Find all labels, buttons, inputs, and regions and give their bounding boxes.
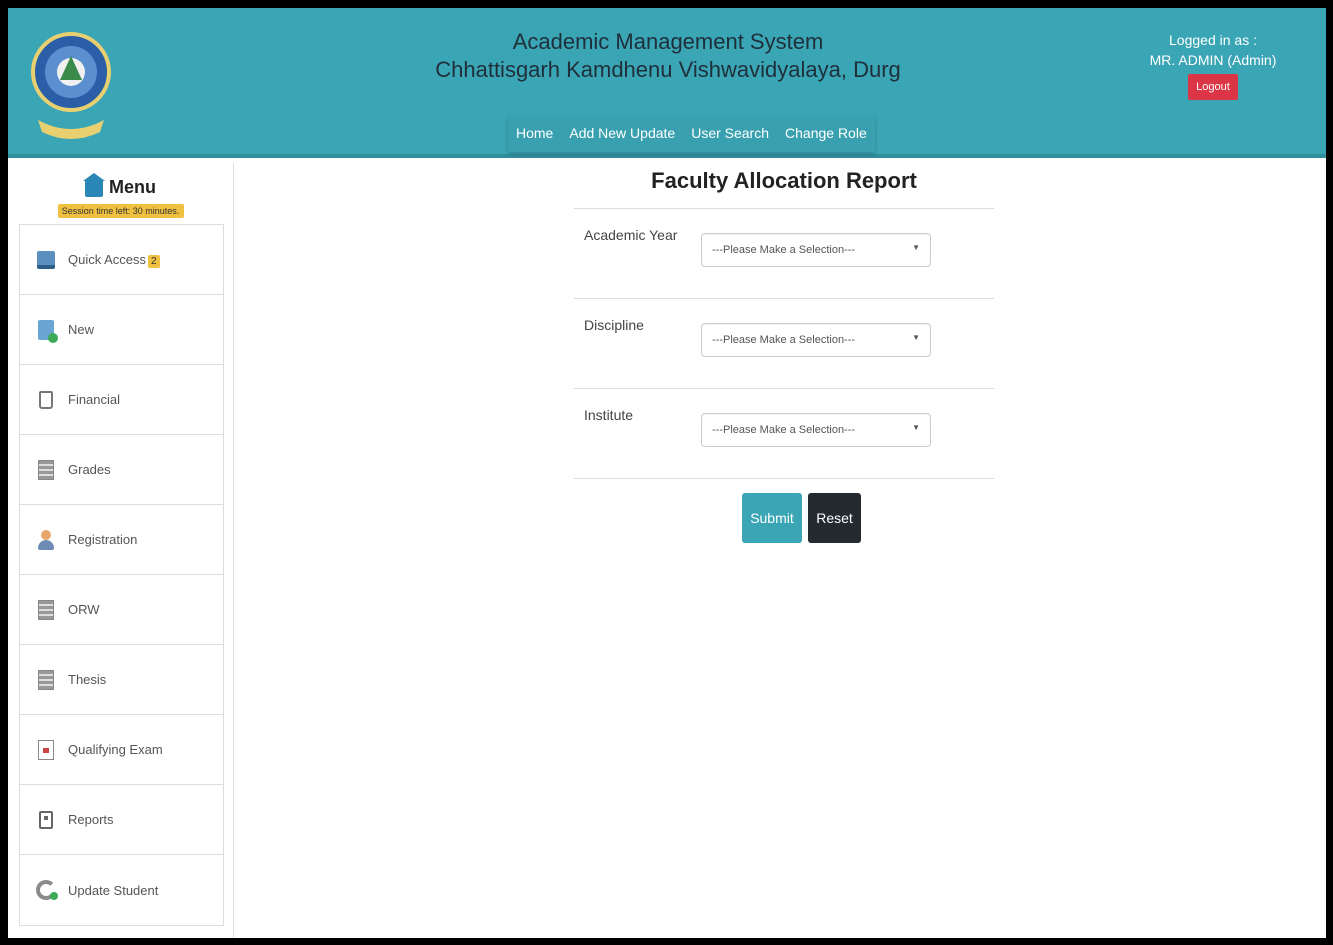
discipline-select[interactable]: ---Please Make a Selection--- ▼ (701, 323, 931, 357)
academic-year-label: Academic Year (584, 227, 678, 243)
form-row-discipline: Discipline ---Please Make a Selection---… (574, 299, 994, 389)
quick-access-badge: 2 (148, 255, 160, 268)
sidebar-item-thesis[interactable]: Thesis (20, 645, 223, 715)
top-nav: Home Add New Update User Search Change R… (508, 116, 875, 152)
sidebar-item-reports[interactable]: Reports (20, 785, 223, 855)
form-actions: Submit Reset (574, 479, 994, 543)
sidebar-item-label: Grades (68, 462, 111, 477)
money-bag-icon (39, 390, 53, 409)
sidebar-item-financial[interactable]: Financial (20, 365, 223, 435)
sidebar-menu: Quick Access 2 New Financial Grades Regis… (19, 224, 224, 926)
app-window: Academic Management System Chhattisgarh … (8, 8, 1326, 938)
document-icon (38, 739, 54, 760)
form-row-institute: Institute ---Please Make a Selection--- … (574, 389, 994, 479)
chevron-down-icon: ▼ (912, 423, 920, 432)
sidebar-item-label: ORW (68, 602, 100, 617)
title-university: Chhattisgarh Kamdhenu Vishwavidyalaya, D… (435, 57, 901, 82)
menu-heading: Menu (8, 172, 233, 198)
grid-icon (38, 459, 54, 480)
sidebar-item-label: Qualifying Exam (68, 742, 163, 757)
discipline-value: ---Please Make a Selection--- (712, 334, 856, 346)
menu-title: Menu (109, 177, 156, 197)
login-label: Logged in as : (1169, 32, 1257, 48)
session-timer: Session time left: 30 minutes. (57, 204, 184, 218)
sidebar-item-orw[interactable]: ORW (20, 575, 223, 645)
sidebar-item-new[interactable]: New (20, 295, 223, 365)
sidebar-item-label: Financial (68, 392, 121, 407)
cycle-icon (36, 880, 58, 900)
sidebar-item-label: Registration (68, 532, 138, 547)
sidebar-item-label: Reports (68, 812, 114, 827)
login-user: MR. ADMIN (Admin) (1149, 52, 1277, 68)
person-icon (37, 529, 55, 550)
institute-select[interactable]: ---Please Make a Selection--- ▼ (701, 413, 931, 447)
sidebar-item-label: New (68, 322, 95, 337)
home-icon (83, 172, 105, 197)
login-info: Logged in as : MR. ADMIN (Admin) Logout (1138, 30, 1288, 100)
nav-user-search[interactable]: User Search (683, 116, 777, 152)
submit-button[interactable]: Submit (742, 493, 802, 543)
report-form: Faculty Allocation Report Academic Year … (574, 168, 994, 543)
academic-year-select[interactable]: ---Please Make a Selection--- ▼ (701, 233, 931, 267)
page-title: Faculty Allocation Report (574, 168, 994, 209)
institute-label: Institute (584, 407, 634, 423)
nav-home[interactable]: Home (508, 116, 561, 152)
chevron-down-icon: ▼ (912, 243, 920, 252)
title-system: Academic Management System (512, 29, 824, 54)
sidebar-item-label: Update Student (68, 882, 159, 898)
grid-icon (38, 669, 54, 690)
sidebar-item-label: Quick Access 2 (68, 252, 160, 268)
sidebar-item-registration[interactable]: Registration (20, 505, 223, 575)
university-logo (31, 32, 111, 139)
nav-change-role[interactable]: Change Role (777, 116, 875, 152)
form-row-academic-year: Academic Year ---Please Make a Selection… (574, 209, 994, 299)
monitor-icon (37, 250, 55, 269)
sidebar: Menu Session time left: 30 minutes. Quic… (8, 163, 234, 938)
logout-button[interactable]: Logout (1188, 74, 1238, 100)
app-title: Academic Management System Chhattisgarh … (388, 28, 948, 84)
new-document-icon (38, 319, 58, 343)
grid-icon (38, 599, 54, 620)
nav-add-new-update[interactable]: Add New Update (561, 116, 683, 152)
sidebar-item-grades[interactable]: Grades (20, 435, 223, 505)
discipline-label: Discipline (584, 317, 644, 333)
report-icon (39, 810, 53, 829)
sidebar-item-update-student[interactable]: Update Student (20, 855, 223, 925)
institute-value: ---Please Make a Selection--- (712, 424, 856, 436)
header: Academic Management System Chhattisgarh … (8, 8, 1326, 158)
sidebar-item-label: Thesis (68, 672, 107, 687)
academic-year-value: ---Please Make a Selection--- (712, 244, 856, 256)
reset-button[interactable]: Reset (808, 493, 861, 543)
sidebar-item-quick-access[interactable]: Quick Access 2 (20, 225, 223, 295)
chevron-down-icon: ▼ (912, 333, 920, 342)
sidebar-item-qualifying-exam[interactable]: Qualifying Exam (20, 715, 223, 785)
